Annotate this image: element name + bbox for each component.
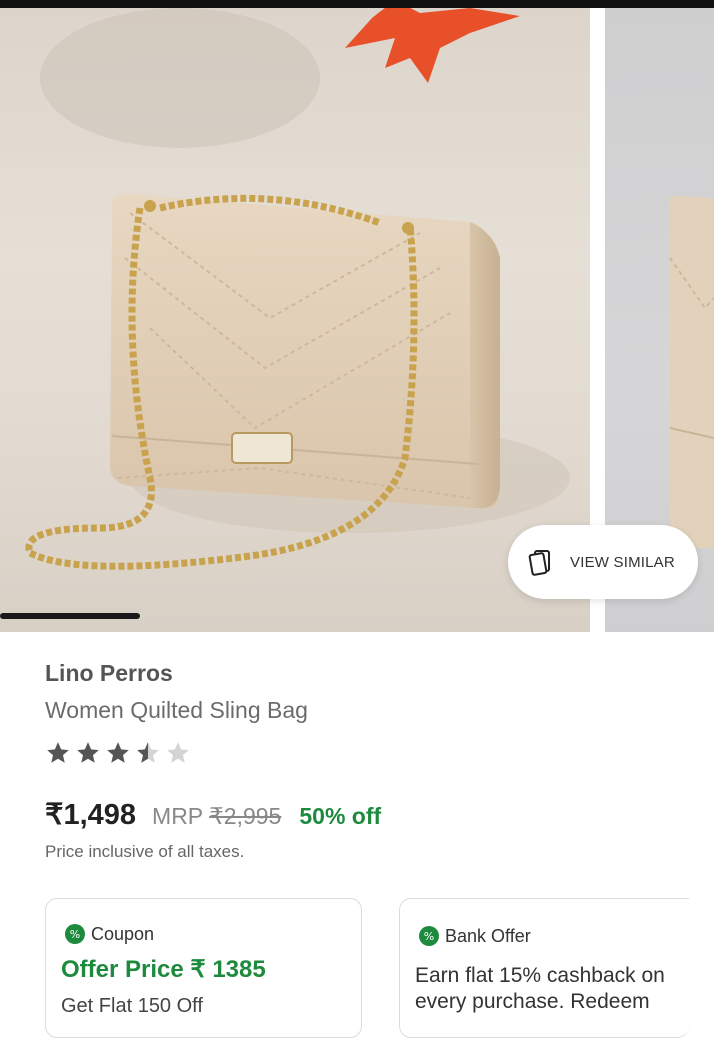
coupon-offer-price: Offer Price ₹ 1385 xyxy=(61,956,266,983)
price-row: ₹1,498 MRP ₹2,995 50% off xyxy=(45,797,381,832)
bank-offer-tag: % Bank Offer xyxy=(418,925,531,947)
product-main-image[interactable] xyxy=(0,8,590,632)
view-similar-button[interactable]: VIEW SIMILAR xyxy=(508,525,698,599)
tax-note: Price inclusive of all taxes. xyxy=(45,842,245,861)
gallery-progress-indicator xyxy=(0,613,140,619)
view-similar-label: VIEW SIMILAR xyxy=(570,553,675,571)
star-filled-icon xyxy=(47,742,69,763)
product-image-gallery[interactable]: VIEW SIMILAR xyxy=(0,8,714,632)
brand-name[interactable]: Lino Perros xyxy=(45,660,173,687)
coupon-tag: % Coupon xyxy=(64,923,154,945)
coupon-sub-text: Get Flat 150 Off xyxy=(61,995,203,1017)
selling-price: ₹1,498 xyxy=(45,799,137,831)
coupon-tag-label: Coupon xyxy=(91,923,155,944)
cards-stack-icon xyxy=(528,550,550,576)
svg-text:%: % xyxy=(70,928,80,941)
product-title: Women Quilted Sling Bag xyxy=(45,697,308,723)
bank-offer-tag-label: Bank Offer xyxy=(445,925,531,946)
percent-badge-icon: % xyxy=(419,926,439,946)
mrp-value: ₹2,995 xyxy=(209,803,282,829)
star-filled-icon xyxy=(77,742,99,763)
coupon-offer-card[interactable]: % Coupon Offer Price ₹ 1385 Get Flat 150… xyxy=(45,898,362,1038)
rating-stars[interactable] xyxy=(45,740,191,766)
bank-offer-description: Earn flat 15% cashback on every purchase… xyxy=(415,964,665,1013)
status-bar xyxy=(0,0,714,8)
percent-badge-icon: % xyxy=(65,924,85,944)
svg-text:%: % xyxy=(424,930,434,943)
star-filled-icon xyxy=(107,742,129,763)
mrp-label: MRP xyxy=(152,803,204,829)
star-empty-icon xyxy=(167,742,189,763)
bank-offer-card[interactable]: % Bank Offer Earn flat 15% cashback on e… xyxy=(399,898,689,1038)
bag-photo-illustration xyxy=(25,8,570,570)
star-half-icon xyxy=(137,742,159,763)
discount-badge: 50% off xyxy=(299,803,382,829)
